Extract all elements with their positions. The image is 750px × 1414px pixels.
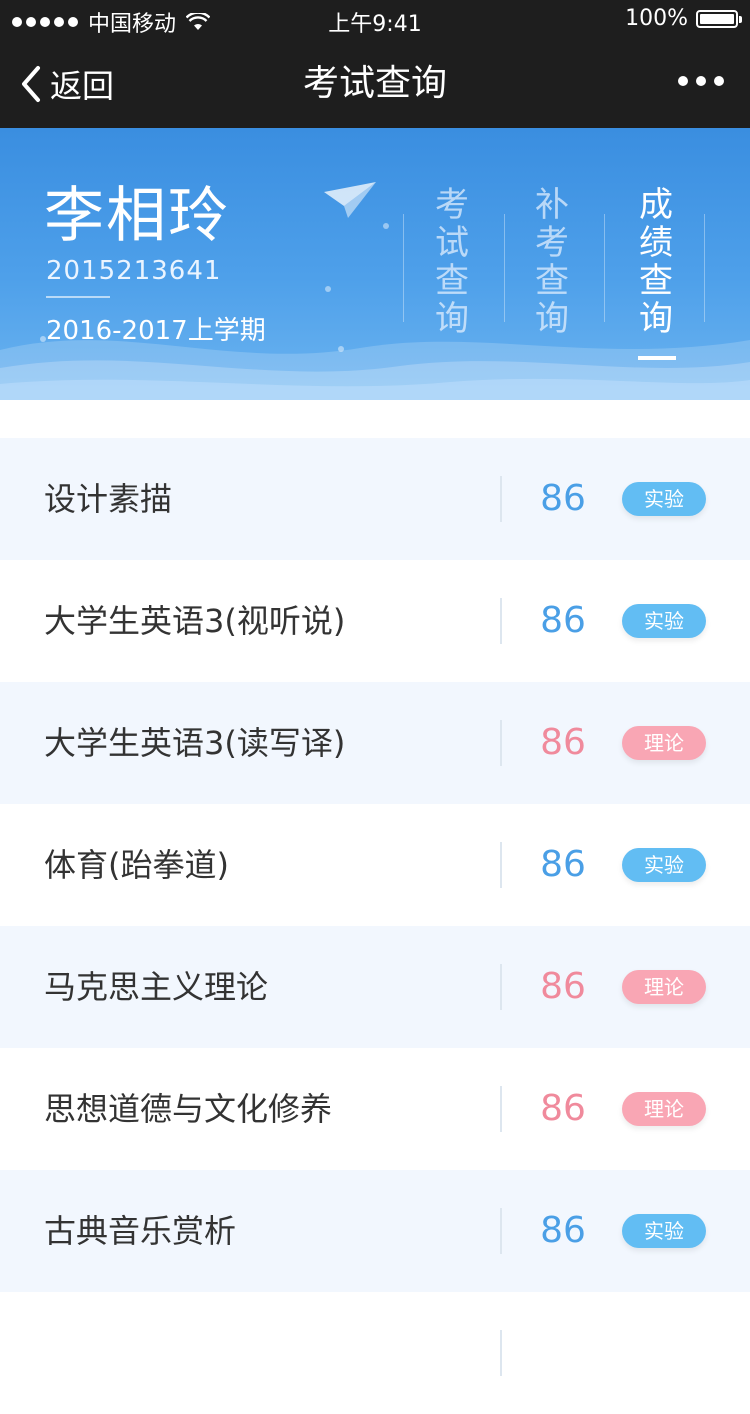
more-icon-dot [678, 76, 688, 86]
tab-divider [504, 214, 505, 322]
row-divider [500, 476, 502, 522]
course-name: 体育(跆拳道) [44, 846, 229, 884]
tab-divider [704, 214, 705, 322]
grade-row[interactable]: 大学生英语3(视听说) 86 实验 [0, 560, 750, 682]
tab-divider [403, 214, 404, 322]
grade-row[interactable]: 体育(跆拳道) 86 实验 [0, 804, 750, 926]
sparkle-dot [383, 223, 389, 229]
course-name: 古典音乐赏析 [44, 1212, 237, 1250]
course-name: 大学生英语3(视听说) [44, 602, 346, 640]
grade-row[interactable]: 思想道德与文化修养 86 理论 [0, 1048, 750, 1170]
course-type-badge: 实验 [622, 604, 706, 638]
battery-percent: 100% [625, 6, 688, 31]
paper-plane-icon [324, 182, 376, 218]
student-id: 2015213641 [46, 256, 222, 286]
tab-makeup-query[interactable]: 补考查询 [502, 186, 602, 338]
active-tab-indicator [638, 356, 676, 360]
course-name: 设计素描 [44, 480, 173, 518]
score-value: 86 [540, 844, 586, 885]
status-bar: 中国移动 上午9:41 100% [0, 0, 750, 40]
semester-label: 2016-2017上学期 [46, 316, 266, 346]
page-title: 考试查询 [302, 63, 447, 104]
score-value: 86 [540, 966, 586, 1007]
row-divider [500, 1208, 502, 1254]
row-divider [500, 1330, 502, 1376]
battery-icon [696, 9, 742, 28]
course-type-badge: 实验 [622, 1214, 706, 1248]
course-name: 大学生英语3(读写译) [44, 724, 346, 762]
score-value: 86 [540, 722, 586, 763]
course-name: 思想道德与文化修养 [44, 1090, 333, 1128]
sparkle-dot [338, 346, 344, 352]
course-type-badge: 理论 [622, 1092, 706, 1126]
row-divider [500, 598, 502, 644]
tab-exam-query[interactable]: 考试查询 [402, 186, 502, 338]
course-type-badge: 理论 [622, 970, 706, 1004]
student-name: 李相玲 [44, 181, 230, 251]
grade-row-partial [0, 1292, 750, 1414]
row-divider [500, 842, 502, 888]
course-name: 马克思主义理论 [44, 968, 269, 1006]
id-underline [46, 296, 110, 298]
tab-grade-query[interactable]: 成绩查询 [606, 186, 706, 338]
battery-fill [700, 13, 734, 24]
course-type-badge: 实验 [622, 848, 706, 882]
row-divider [500, 1086, 502, 1132]
more-icon-dot [696, 76, 706, 86]
sparkle-dot [325, 286, 331, 292]
grade-row[interactable]: 古典音乐赏析 86 实验 [0, 1170, 750, 1292]
tab-divider [604, 214, 605, 322]
grade-list: 设计素描 86 实验 大学生英语3(视听说) 86 实验 大学生英语3(读写译) 86 理论 体育… [0, 438, 750, 1414]
row-divider [500, 964, 502, 1010]
score-value: 86 [540, 478, 586, 519]
student-header: 李相玲 2015213641 2016-2017上学期 考试查询 补考查询 成绩… [0, 128, 750, 400]
score-value: 86 [540, 600, 586, 641]
score-value: 86 [540, 1088, 586, 1129]
course-type-badge: 理论 [622, 726, 706, 760]
row-divider [500, 720, 502, 766]
grade-row[interactable]: 马克思主义理论 86 理论 [0, 926, 750, 1048]
nav-bar: 返回 考试查询 [0, 40, 750, 128]
grade-row[interactable]: 设计素描 86 实验 [0, 438, 750, 560]
more-options-button[interactable] [678, 76, 724, 86]
more-icon-dot [714, 76, 724, 86]
grade-row[interactable]: 大学生英语3(读写译) 86 理论 [0, 682, 750, 804]
course-type-badge: 实验 [622, 482, 706, 516]
score-value: 86 [540, 1210, 586, 1251]
battery-group: 100% [625, 6, 742, 31]
